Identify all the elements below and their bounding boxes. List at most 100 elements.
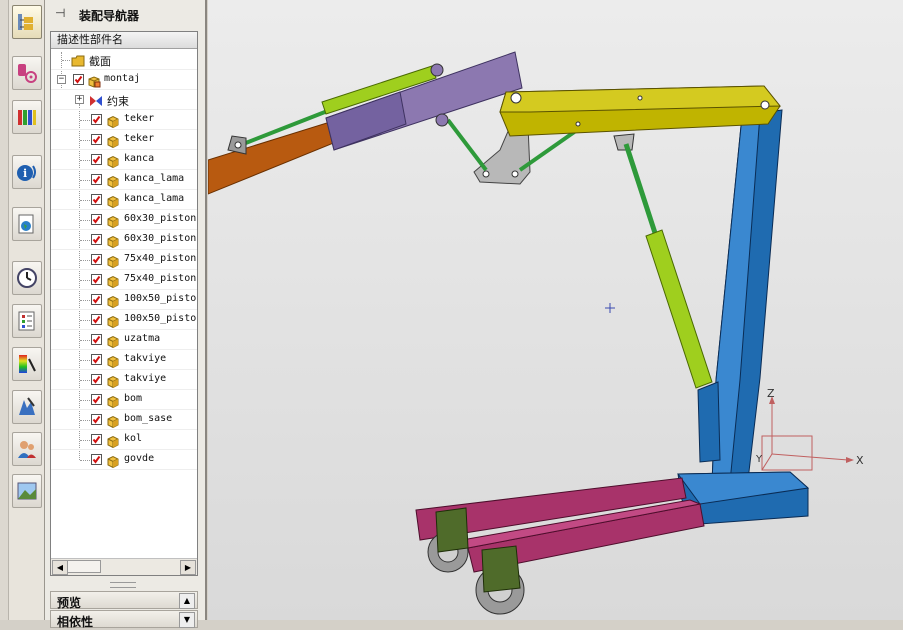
root-visibility-checkbox[interactable] [73, 74, 84, 85]
tree-node-part[interactable]: 100x50_piston [51, 290, 197, 310]
upper-arm-pin-left [510, 92, 522, 104]
tree-node-label: kanca_lama [124, 173, 185, 184]
tree-node-label: montaj [104, 73, 141, 84]
scroll-left-button[interactable]: ◀ [52, 560, 68, 575]
tree-node-part[interactable]: 75x40_piston [51, 270, 197, 290]
tree-node-constraints[interactable]: + 约束 [51, 90, 197, 110]
process-studio-tab[interactable] [12, 347, 42, 381]
green-link-1[interactable] [446, 118, 488, 172]
part-visibility-checkbox[interactable] [91, 334, 102, 345]
constraint-navigator-tab[interactable] [12, 56, 42, 90]
tree-connector-line [80, 160, 90, 161]
part-visibility-checkbox[interactable] [91, 374, 102, 385]
tree-node-label: takviye [124, 373, 167, 384]
tree-connector-line [80, 400, 90, 401]
panel-splitter-grip[interactable] [110, 582, 136, 588]
upper-arm-lug [613, 133, 635, 151]
axis-y-label: Y [755, 454, 763, 465]
tree-node-part[interactable]: uzatma [51, 330, 197, 350]
graphics-viewport[interactable]: Z X Y [208, 0, 903, 620]
part-visibility-checkbox[interactable] [91, 454, 102, 465]
assembly-tree[interactable]: 描述性部件名 截面 − montaj + 约束 teker teker kanca kanca_… [50, 31, 198, 576]
tree-node-part[interactable]: kanca [51, 150, 197, 170]
tree-node-part[interactable]: teker [51, 110, 197, 130]
tree-node-root[interactable]: − montaj [51, 70, 197, 90]
bracket-pin-2 [511, 170, 519, 178]
part-visibility-checkbox[interactable] [91, 134, 102, 145]
part-visibility-checkbox[interactable] [91, 254, 102, 265]
part-visibility-checkbox[interactable] [91, 194, 102, 205]
tree-node-part[interactable]: bom_sase [51, 410, 197, 430]
part-visibility-checkbox[interactable] [91, 314, 102, 325]
part-visibility-checkbox[interactable] [91, 414, 102, 425]
part-visibility-checkbox[interactable] [91, 154, 102, 165]
preview-expand-button[interactable]: ▲ [179, 593, 195, 609]
pin-icon[interactable]: ⊣ [55, 6, 65, 20]
tree-node-part[interactable]: 60x30_piston [51, 210, 197, 230]
view-center-crosshair [605, 303, 615, 313]
tree-node-section[interactable]: 截面 [51, 50, 197, 70]
dependencies-expand-button[interactable]: ▼ [179, 612, 195, 628]
assembly-navigator-tab[interactable] [12, 5, 42, 39]
tree-connector-line [80, 360, 90, 361]
tree-node-label: govde [124, 453, 155, 464]
part-visibility-checkbox[interactable] [91, 434, 102, 445]
part-icon [106, 353, 120, 369]
folder-icon [71, 53, 85, 67]
tree-node-part[interactable]: 75x40_piston [51, 250, 197, 270]
tree-connector-line [80, 460, 90, 461]
part-visibility-checkbox[interactable] [91, 394, 102, 405]
collapse-toggle[interactable]: − [57, 75, 66, 84]
history-tab[interactable] [12, 261, 42, 295]
main-piston-rod[interactable] [623, 143, 659, 237]
part-visibility-checkbox[interactable] [91, 114, 102, 125]
tree-node-part[interactable]: takviye [51, 370, 197, 390]
web-browser-icon [18, 214, 34, 234]
reuse-library-tab[interactable] [12, 100, 42, 134]
part-visibility-checkbox[interactable] [91, 174, 102, 185]
tree-node-label: kanca [124, 153, 155, 164]
tree-node-part[interactable]: 100x50_piston [51, 310, 197, 330]
tree-connector-line [80, 180, 90, 181]
constraints-icon [89, 93, 103, 107]
part-visibility-checkbox[interactable] [91, 214, 102, 225]
tree-node-part[interactable]: 60x30_piston [51, 230, 197, 250]
main-piston-body[interactable] [645, 229, 713, 389]
system-materials-tab[interactable] [12, 304, 42, 338]
part-visibility-checkbox[interactable] [91, 294, 102, 305]
system-scenes-tab[interactable] [12, 474, 42, 508]
manufacturing-wizard-tab[interactable] [12, 390, 42, 424]
tree-node-part[interactable]: bom [51, 390, 197, 410]
column-header-description[interactable]: 描述性部件名 [51, 32, 197, 49]
tree-node-part[interactable]: govde [51, 450, 197, 470]
tree-node-part[interactable]: kol [51, 430, 197, 450]
tree-node-part[interactable]: teker [51, 130, 197, 150]
tree-connector-line [80, 440, 90, 441]
part-visibility-checkbox[interactable] [91, 234, 102, 245]
hd3d-tools-tab[interactable]: i [12, 155, 42, 189]
part-icon [106, 193, 120, 209]
resource-bar: i [0, 0, 45, 620]
web-browser-tab[interactable] [12, 207, 42, 241]
tree-node-part[interactable]: takviye [51, 350, 197, 370]
dependencies-panel-header[interactable]: 相依性 ▼ [50, 610, 198, 629]
upper-arm-pin-right [760, 100, 770, 110]
part-icon [106, 113, 120, 129]
tree-node-part[interactable]: kanca_lama [51, 190, 197, 210]
part-visibility-checkbox[interactable] [91, 354, 102, 365]
dependencies-panel-title: 相依性 [57, 615, 94, 629]
roles-tab[interactable] [12, 432, 42, 466]
part-visibility-checkbox[interactable] [91, 274, 102, 285]
navigator-title-bar: ⊣ 装配导航器 [45, 0, 205, 28]
scroll-right-button[interactable]: ▶ [180, 560, 196, 575]
constraint-navigator-icon [18, 64, 37, 83]
preview-panel-header[interactable]: 预览 ▲ [50, 591, 198, 610]
scroll-thumb[interactable] [67, 560, 101, 573]
horizontal-scrollbar[interactable]: ◀ ▶ [51, 558, 197, 575]
expand-toggle[interactable]: + [75, 95, 84, 104]
history-icon [17, 268, 37, 288]
tree-node-part[interactable]: kanca_lama [51, 170, 197, 190]
crane-model-view[interactable]: Z X Y [208, 0, 903, 620]
upper-arm-pin-mid2 [575, 121, 581, 127]
wcs-triad [761, 396, 854, 471]
